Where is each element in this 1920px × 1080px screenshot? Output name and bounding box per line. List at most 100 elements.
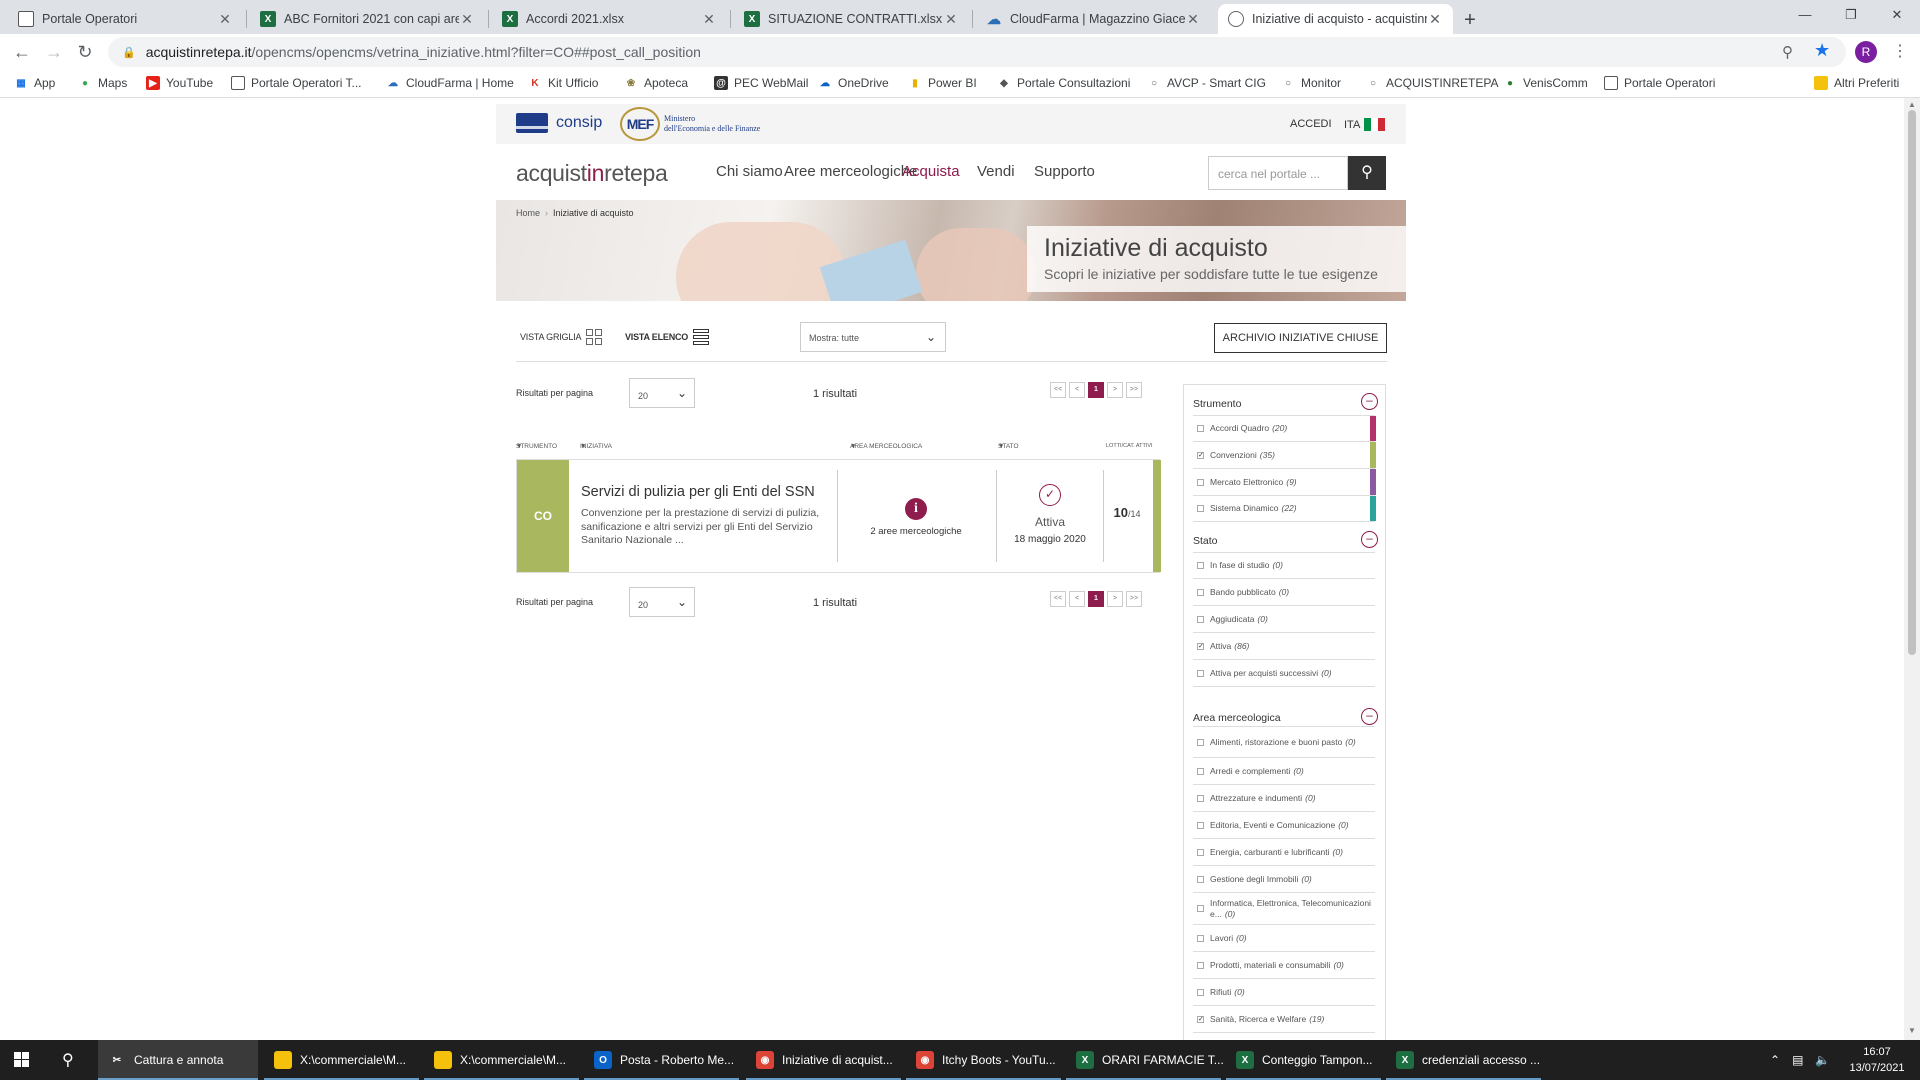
language-selector[interactable]: ITA [1344, 118, 1386, 131]
filter-checkbox[interactable] [1197, 562, 1204, 569]
filter-option[interactable]: Sistema Dinamico (22) [1193, 496, 1376, 522]
close-icon[interactable]: ✕ [1185, 11, 1201, 28]
filter-checkbox[interactable] [1197, 738, 1204, 746]
close-icon[interactable]: ✕ [217, 11, 233, 28]
filter-checkbox[interactable] [1197, 478, 1204, 486]
bookmark-item[interactable]: ○ ACQUISTINRETEPA [1366, 76, 1499, 90]
bookmark-item[interactable]: ▶ YouTube [146, 76, 213, 90]
filter-checkbox[interactable]: ✓ [1197, 451, 1204, 459]
browser-menu-icon[interactable]: ⋮ [1892, 41, 1908, 61]
browser-tab[interactable]: X SITUAZIONE CONTRATTI.xlsx ✕ [734, 4, 969, 34]
close-icon[interactable]: ✕ [459, 11, 475, 28]
nav-aree-merceologiche[interactable]: Aree merceologiche [784, 163, 917, 180]
system-clock[interactable]: 16:07 13/07/2021 [1842, 1044, 1912, 1076]
bookmark-item[interactable]: Portale Operatori T... [231, 76, 362, 90]
filter-option[interactable]: Arredi e complementi (0) [1193, 758, 1375, 785]
filter-checkbox[interactable]: ✓ [1197, 1015, 1204, 1023]
initiative-title[interactable]: Servizi di pulizia per gli Enti del SSN [581, 484, 815, 500]
filter-option[interactable]: ✓ Convenzioni (35) [1193, 442, 1376, 469]
collapse-minus-icon[interactable]: – [1361, 393, 1378, 410]
taskbar-app-button[interactable]: ✂ Cattura e annota [98, 1040, 258, 1080]
filter-checkbox[interactable] [1197, 875, 1204, 883]
windows-start-icon[interactable] [14, 1052, 29, 1067]
bookmark-item[interactable]: K Kit Ufficio [528, 76, 598, 90]
new-tab-button[interactable]: + [1456, 6, 1484, 34]
filter-option[interactable]: Energia, carburanti e lubrificanti (0) [1193, 839, 1375, 866]
nav-acquista[interactable]: Acquista [902, 163, 960, 180]
bookmark-item[interactable]: ☁ OneDrive [818, 76, 889, 90]
taskbar-app-button[interactable]: X:\commerciale\M... [264, 1040, 419, 1080]
pager-next[interactable]: > [1107, 382, 1123, 398]
pager-first[interactable]: << [1050, 382, 1066, 398]
close-icon[interactable]: ✕ [701, 11, 717, 28]
pager-first[interactable]: << [1050, 591, 1066, 607]
bookmark-item[interactable]: Portale Operatori [1604, 76, 1715, 90]
filter-option[interactable]: Attrezzature e indumenti (0) [1193, 785, 1375, 812]
filter-checkbox[interactable] [1197, 767, 1204, 775]
browser-tab[interactable]: ☁ CloudFarma | Magazzino Giacenze✕ [976, 4, 1211, 34]
forward-icon[interactable]: → [42, 40, 66, 64]
filter-option[interactable]: Editoria, Eventi e Comunicazione (0) [1193, 812, 1375, 839]
search-icon[interactable]: ⚲ [1348, 156, 1386, 190]
filter-option[interactable]: Aggiudicata (0) [1193, 606, 1375, 633]
info-icon[interactable]: i [905, 498, 927, 520]
filter-option[interactable]: Lavori (0) [1193, 925, 1375, 952]
grid-view-toggle[interactable]: VISTA GRIGLIA [520, 329, 603, 345]
filter-checkbox[interactable] [1197, 821, 1204, 829]
bookmark-item[interactable]: ○ Monitor [1281, 76, 1341, 90]
filter-option[interactable]: Bando pubblicato (0) [1193, 579, 1375, 606]
pager-page-1[interactable]: 1 [1088, 591, 1104, 607]
volume-icon[interactable]: 🔈 [1815, 1053, 1830, 1067]
taskbar-app-button[interactable]: ◉ Iniziative di acquist... [746, 1040, 901, 1080]
back-icon[interactable]: ← [10, 40, 34, 64]
search-icon[interactable]: ⚲ [62, 1050, 74, 1070]
bookmark-item[interactable]: ☁ CloudFarma | Home [386, 76, 514, 90]
filter-checkbox[interactable]: ✓ [1197, 642, 1204, 650]
taskbar-app-button[interactable]: X ORARI FARMACIE T... [1066, 1040, 1224, 1080]
bookmark-item[interactable]: ◆ Portale Consultazioni [997, 76, 1130, 90]
filter-option[interactable]: Mercato Elettronico (9) [1193, 469, 1376, 496]
taskbar-app-button[interactable]: X:\commerciale\M... [424, 1040, 579, 1080]
other-bookmarks-folder[interactable]: Altri Preferiti [1814, 76, 1899, 90]
filter-checkbox[interactable] [1197, 425, 1204, 432]
address-bar[interactable]: 🔒 acquistinretepa.it/opencms/opencms/vet… [108, 37, 1846, 67]
filter-checkbox[interactable] [1197, 615, 1204, 623]
filter-checkbox[interactable] [1197, 934, 1204, 942]
browser-tab[interactable]: Portale Operatori ✕ [8, 4, 243, 34]
lock-icon[interactable]: 🔒 [122, 46, 136, 59]
filter-option[interactable]: Attiva per acquisti successivi (0) [1193, 660, 1375, 687]
filter-checkbox[interactable] [1197, 669, 1204, 677]
browser-tab[interactable]: Iniziative di acquisto - acquistinretepa… [1218, 4, 1453, 34]
bookmark-star-icon[interactable]: ★ [1814, 40, 1830, 61]
filter-option[interactable]: ✓ Attiva (86) [1193, 633, 1375, 660]
chevron-up-icon[interactable]: ⌃ [1770, 1053, 1780, 1067]
column-area[interactable]: AREA MERCEOLOGICA ▼ [850, 443, 922, 450]
pager-last[interactable]: >> [1126, 591, 1142, 607]
result-row[interactable]: CO Servizi di pulizia per gli Enti del S… [516, 459, 1161, 573]
filter-option[interactable]: Informatica, Elettronica, Telecomunicazi… [1193, 893, 1375, 925]
bookmark-item[interactable]: ● VenisComm [1503, 76, 1588, 90]
filter-option[interactable]: Rifiuti (0) [1193, 979, 1375, 1006]
list-view-toggle[interactable]: VISTA ELENCO [625, 329, 710, 345]
filter-option[interactable]: Gestione degli Immobili (0) [1193, 866, 1375, 893]
nav-chi-siamo[interactable]: Chi siamo [716, 163, 783, 180]
bookmark-item[interactable]: ● Maps [78, 76, 127, 90]
per-page-select[interactable]: 20 ⌄ [629, 587, 695, 617]
filter-checkbox[interactable] [1197, 588, 1204, 596]
taskbar-app-button[interactable]: O Posta - Roberto Me... [584, 1040, 739, 1080]
consip-logo[interactable]: consip [516, 113, 602, 133]
taskbar-app-button[interactable]: Xcredenziali accesso ... [1386, 1040, 1541, 1080]
reload-icon[interactable]: ↻ [73, 40, 97, 64]
taskbar-app-button[interactable]: X Conteggio Tampon... [1226, 1040, 1381, 1080]
collapse-minus-icon[interactable]: – [1361, 708, 1378, 725]
closed-initiatives-archive-button[interactable]: ARCHIVIO INIZIATIVE CHIUSE [1214, 323, 1387, 353]
filter-checkbox[interactable] [1197, 905, 1204, 912]
network-icon[interactable]: ▤ [1792, 1053, 1803, 1067]
pager-next[interactable]: > [1107, 591, 1123, 607]
site-logo[interactable]: acquistinretepa [516, 160, 668, 187]
bookmark-item[interactable]: ❀ Apoteca [624, 76, 688, 90]
bookmark-item[interactable]: ▦ App [14, 76, 55, 90]
taskbar-app-button[interactable]: ◉ Itchy Boots - YouTu... [906, 1040, 1061, 1080]
filter-option[interactable]: Alimenti, ristorazione e buoni pasto (0) [1193, 726, 1375, 758]
pager-prev[interactable]: < [1069, 591, 1085, 607]
